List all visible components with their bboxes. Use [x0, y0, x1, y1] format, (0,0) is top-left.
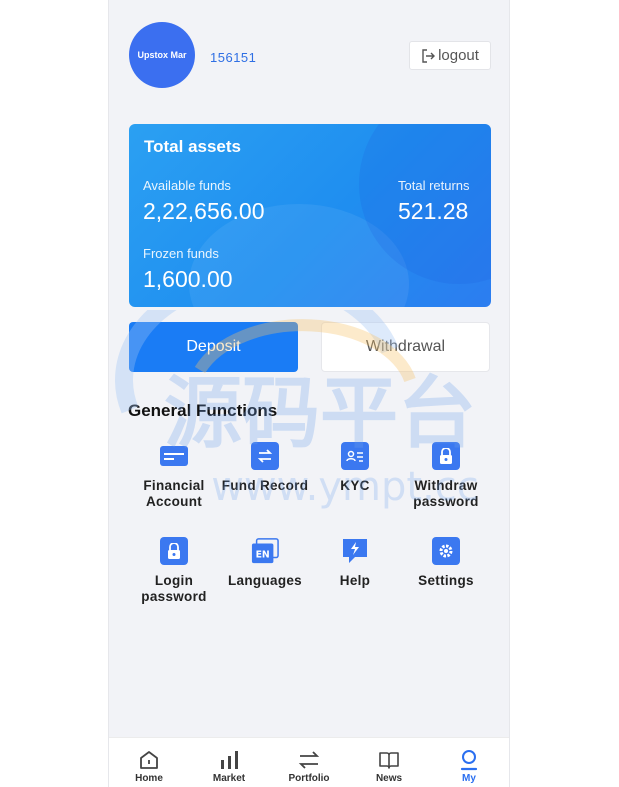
id-card-icon — [341, 442, 369, 470]
svg-text:EN: EN — [256, 550, 270, 561]
nav-item-market[interactable]: Market — [189, 738, 269, 787]
function-withdraw-password[interactable]: Withdraw password — [400, 442, 492, 510]
function-languages[interactable]: EN Languages — [219, 537, 311, 589]
user-icon — [460, 750, 478, 771]
function-label: Help — [339, 573, 371, 588]
lock-icon — [160, 537, 188, 565]
bottom-nav: Home Market Portfolio News My — [109, 737, 509, 787]
help-icon — [341, 537, 369, 565]
swap-icon — [298, 751, 320, 769]
function-fund-record[interactable]: Fund Record — [219, 442, 311, 494]
deposit-button[interactable]: Deposit — [129, 322, 298, 372]
user-id: 156151 — [210, 50, 257, 65]
frozen-funds-value: 1,600.00 — [143, 266, 233, 292]
frozen-funds-label: Frozen funds — [143, 246, 219, 261]
function-label: Fund Record — [221, 478, 309, 493]
lock-icon — [432, 442, 460, 470]
language-icon: EN — [251, 537, 279, 565]
total-assets-title: Total assets — [144, 137, 242, 156]
chart-bars-icon — [221, 751, 238, 769]
available-funds-value: 2,22,656.00 — [143, 198, 265, 224]
function-label: Languages — [228, 573, 302, 588]
general-functions-title: General Functions — [128, 401, 278, 420]
nav-label: Home — [135, 773, 163, 784]
function-label: Withdraw password — [413, 478, 479, 509]
home-icon — [140, 751, 158, 769]
nav-label: Portfolio — [288, 773, 330, 784]
card-icon — [160, 442, 188, 470]
function-help[interactable]: Help — [309, 537, 401, 589]
book-icon — [379, 752, 399, 769]
nav-item-home[interactable]: Home — [109, 738, 189, 787]
nav-label: News — [375, 773, 403, 784]
total-assets-card: Total assets Available funds 2,22,656.00… — [129, 124, 491, 307]
nav-item-my[interactable]: My — [429, 738, 509, 787]
logout-icon — [422, 48, 436, 63]
logout-label: logout — [438, 47, 479, 64]
nav-label: Market — [212, 773, 246, 784]
total-returns-value: 521.28 — [398, 198, 469, 224]
total-returns-label: Total returns — [398, 178, 470, 193]
function-settings[interactable]: Settings — [400, 537, 492, 589]
function-label: Settings — [418, 573, 474, 588]
avatar[interactable]: Upstox Mar — [129, 22, 195, 88]
app-container: Upstox Mar 156151 logout Total assets Av… — [108, 0, 510, 787]
nav-item-news[interactable]: News — [349, 738, 429, 787]
logout-button[interactable]: logout — [409, 41, 491, 70]
function-kyc[interactable]: KYC — [309, 442, 401, 494]
avatar-text: Upstox Mar — [137, 50, 187, 60]
function-label: Financial Account — [143, 478, 205, 509]
function-label: KYC — [340, 478, 370, 493]
nav-item-portfolio[interactable]: Portfolio — [269, 738, 349, 787]
settings-icon — [432, 537, 460, 565]
available-funds-label: Available funds — [143, 178, 231, 193]
transfer-icon — [251, 442, 279, 470]
withdrawal-button[interactable]: Withdrawal — [321, 322, 490, 372]
function-login-password[interactable]: Login password — [128, 537, 220, 605]
function-financial-account[interactable]: Financial Account — [128, 442, 220, 510]
function-label: Login password — [141, 573, 207, 604]
nav-label: My — [462, 773, 476, 784]
